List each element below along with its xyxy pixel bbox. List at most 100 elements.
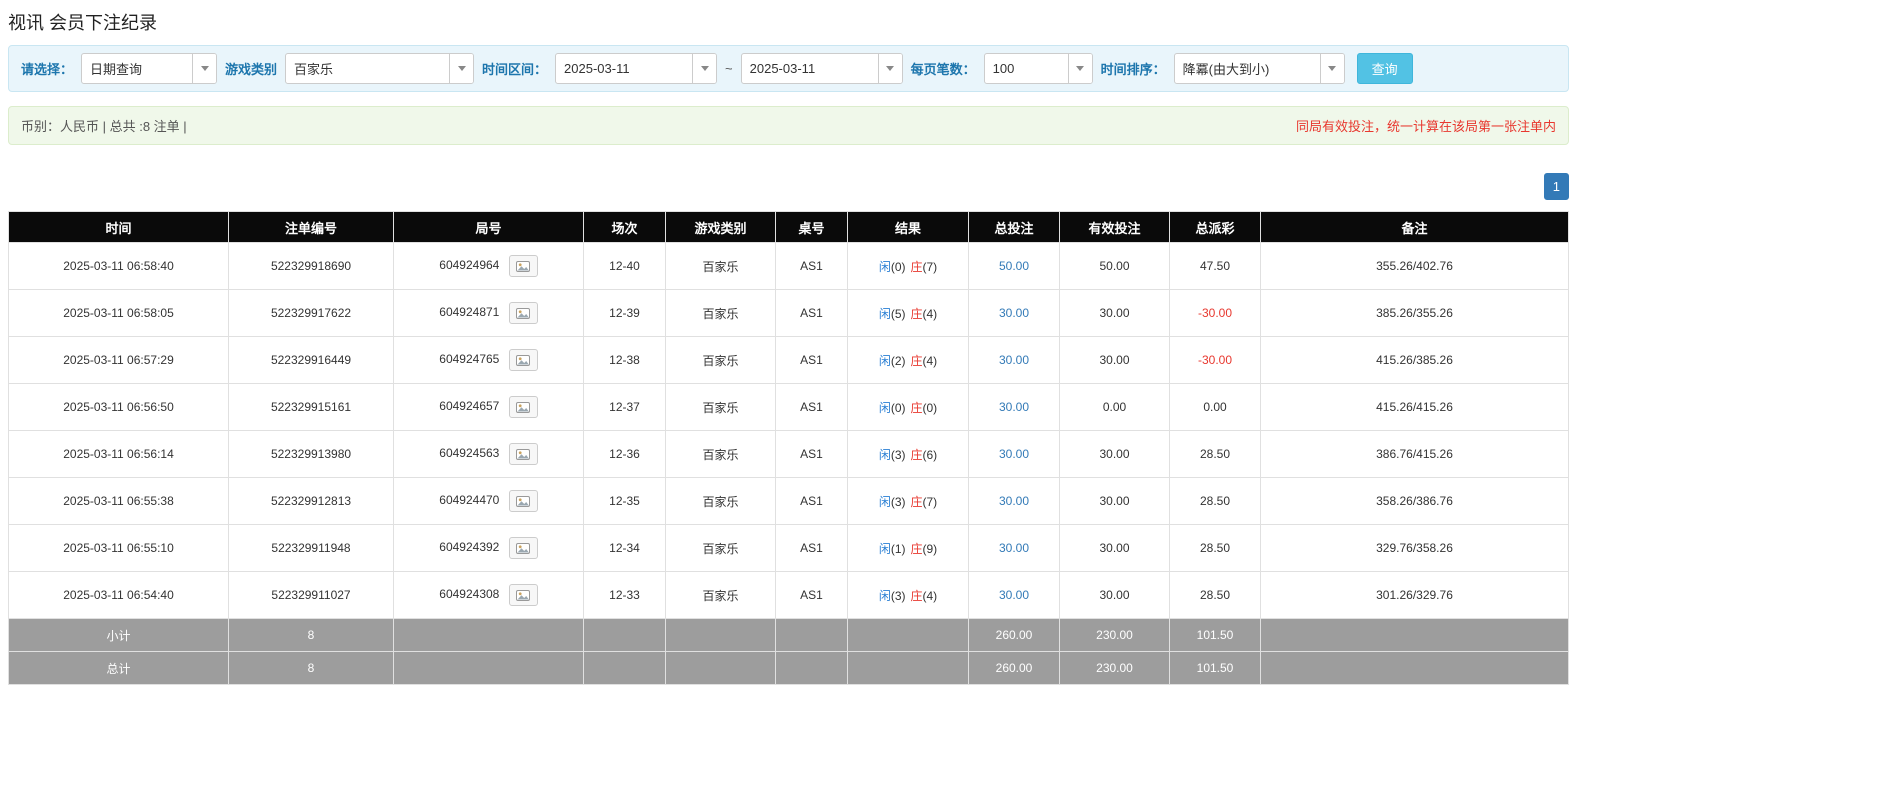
- total-bet-link[interactable]: 30.00: [999, 447, 1029, 461]
- video-replay-button[interactable]: [508, 302, 538, 324]
- query-type-dropdown-button[interactable]: [192, 54, 217, 83]
- video-replay-icon: [516, 542, 531, 554]
- total-bet-link[interactable]: 50.00: [999, 259, 1029, 273]
- page-size-dropdown-button[interactable]: [1067, 54, 1092, 83]
- time-sort-input[interactable]: [1174, 54, 1320, 83]
- table-row: 2025-03-11 06:55:10 522329911948 6049243…: [8, 524, 1569, 572]
- result-player-label: 闲: [878, 588, 891, 603]
- cell-session: 12-40: [583, 242, 666, 290]
- video-replay-icon: [516, 307, 531, 319]
- total-bet-link[interactable]: 30.00: [999, 400, 1029, 414]
- result-player-label: 闲: [878, 541, 891, 556]
- cell-note: 415.26/415.26: [1260, 383, 1569, 431]
- date-from-dropdown-button[interactable]: [692, 54, 717, 83]
- cell-note: 301.26/329.76: [1260, 571, 1569, 619]
- query-type-input[interactable]: [82, 54, 193, 83]
- cell-valid-bet: 30.00: [1059, 524, 1170, 572]
- time-sort-dropdown-button[interactable]: [1319, 54, 1344, 83]
- table-row: 2025-03-11 06:58:05 522329917622 6049248…: [8, 289, 1569, 337]
- date-to-dropdown-button[interactable]: [877, 54, 902, 83]
- cell-payout: 28.50: [1169, 524, 1261, 572]
- page-1-button[interactable]: 1: [1543, 173, 1569, 200]
- page-size-input[interactable]: [984, 54, 1068, 83]
- cell-table-no: AS1: [775, 383, 848, 431]
- video-replay-button[interactable]: [508, 255, 538, 277]
- time-sort-combobox: [1173, 53, 1345, 84]
- result-banker-score: (6): [922, 447, 938, 462]
- total-bet-link[interactable]: 30.00: [999, 588, 1029, 602]
- total-bet-link[interactable]: 30.00: [999, 353, 1029, 367]
- subtotal-count: 8: [228, 618, 394, 652]
- result-banker-score: (4): [922, 353, 938, 368]
- col-time: 时间: [8, 211, 229, 243]
- chevron-down-icon: [200, 66, 209, 71]
- col-round-id: 局号: [393, 211, 584, 243]
- cell-table-no: AS1: [775, 289, 848, 337]
- table-row: 2025-03-11 06:57:29 522329916449 6049247…: [8, 336, 1569, 384]
- table-row: 2025-03-11 06:54:40 522329911027 6049243…: [8, 571, 1569, 619]
- video-replay-button[interactable]: [508, 443, 538, 465]
- cell-round-id: 604924964: [393, 242, 584, 290]
- result-banker-label: 庄: [910, 494, 923, 509]
- summary-bar: 币别：人民币 | 总共 :8 注单 | 同局有效投注，统一计算在该局第一张注单内: [8, 106, 1569, 145]
- date-to-input[interactable]: [741, 54, 878, 83]
- cell-round-id: 604924563: [393, 430, 584, 478]
- subtotal-row: 小计 8 260.00 230.00 101.50: [8, 618, 1569, 652]
- total-bet-link[interactable]: 30.00: [999, 541, 1029, 555]
- game-type-dropdown-button[interactable]: [449, 54, 474, 83]
- cell-session: 12-39: [583, 289, 666, 337]
- result-banker-label: 庄: [910, 588, 923, 603]
- video-replay-button[interactable]: [508, 349, 538, 371]
- total-valid-bet: 230.00: [1059, 651, 1170, 685]
- filter-bar: 请选择： 游戏类别 时间区间： ~ 每页笔数： 时间排序：: [8, 45, 1569, 92]
- cell-valid-bet: 30.00: [1059, 430, 1170, 478]
- cell-note: 385.26/355.26: [1260, 289, 1569, 337]
- total-bet-link[interactable]: 30.00: [999, 494, 1029, 508]
- result-player-score: (0): [890, 259, 906, 274]
- cell-time: 2025-03-11 06:54:40: [8, 571, 229, 619]
- col-note: 备注: [1260, 211, 1569, 243]
- table-row: 2025-03-11 06:56:14 522329913980 6049245…: [8, 430, 1569, 478]
- result-banker-label: 庄: [910, 541, 923, 556]
- result-player-label: 闲: [878, 306, 891, 321]
- cell-time: 2025-03-11 06:55:10: [8, 524, 229, 572]
- cell-valid-bet: 30.00: [1059, 336, 1170, 384]
- query-type-combobox: [81, 53, 218, 84]
- cell-total-bet: 30.00: [968, 289, 1060, 337]
- col-payout: 总派彩: [1169, 211, 1261, 243]
- cell-total-bet: 50.00: [968, 242, 1060, 290]
- result-player-score: (3): [890, 447, 906, 462]
- video-replay-button[interactable]: [508, 396, 538, 418]
- cell-game-type: 百家乐: [665, 336, 776, 384]
- table-row: 2025-03-11 06:55:38 522329912813 6049244…: [8, 477, 1569, 525]
- cell-round-id: 604924392: [393, 524, 584, 572]
- video-replay-icon: [516, 589, 531, 601]
- cell-session: 12-37: [583, 383, 666, 431]
- cell-session: 12-36: [583, 430, 666, 478]
- cell-note: 329.76/358.26: [1260, 524, 1569, 572]
- cell-valid-bet: 30.00: [1059, 477, 1170, 525]
- video-replay-button[interactable]: [508, 490, 538, 512]
- cell-bet-id: 522329911948: [228, 524, 394, 572]
- cell-table-no: AS1: [775, 430, 848, 478]
- video-replay-icon: [516, 354, 531, 366]
- total-total-bet: 260.00: [968, 651, 1060, 685]
- result-banker-label: 庄: [910, 400, 923, 415]
- date-from-input[interactable]: [556, 54, 693, 83]
- search-button[interactable]: 查询: [1356, 53, 1413, 84]
- date-from-combobox: [555, 53, 718, 84]
- cell-payout: -30.00: [1169, 336, 1261, 384]
- video-replay-icon: [516, 401, 531, 413]
- cell-game-type: 百家乐: [665, 571, 776, 619]
- date-to-combobox: [740, 53, 903, 84]
- col-session: 场次: [583, 211, 666, 243]
- cell-total-bet: 30.00: [968, 571, 1060, 619]
- video-replay-button[interactable]: [508, 537, 538, 559]
- total-bet-link[interactable]: 30.00: [999, 306, 1029, 320]
- cell-total-bet: 30.00: [968, 336, 1060, 384]
- cell-time: 2025-03-11 06:55:38: [8, 477, 229, 525]
- video-replay-button[interactable]: [508, 584, 538, 606]
- game-type-input[interactable]: [286, 54, 450, 83]
- cell-valid-bet: 0.00: [1059, 383, 1170, 431]
- cell-time: 2025-03-11 06:57:29: [8, 336, 229, 384]
